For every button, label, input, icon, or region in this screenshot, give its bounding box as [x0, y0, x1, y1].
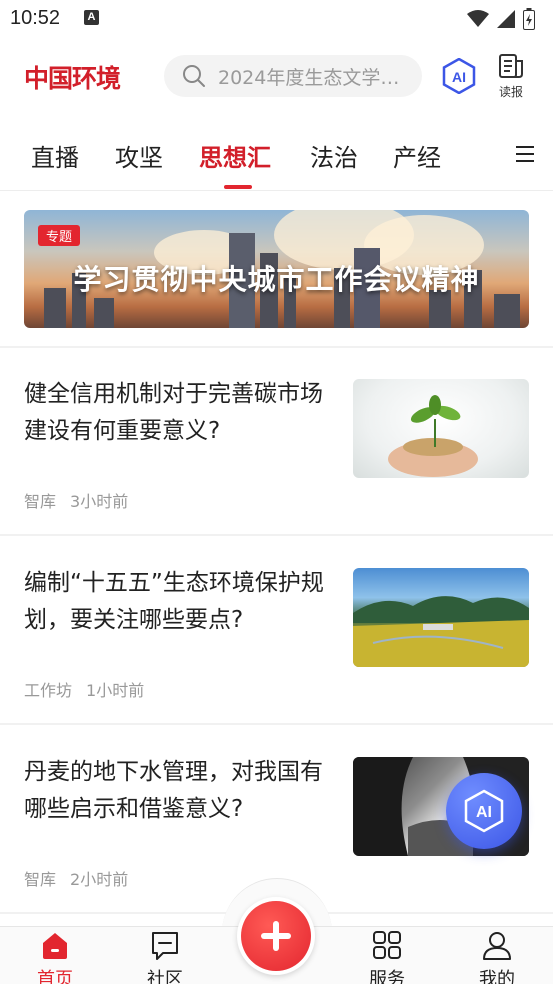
status-icons	[467, 8, 535, 30]
tab-gongjian[interactable]: 攻坚	[115, 138, 163, 173]
float-ai-label: AI	[476, 804, 492, 821]
search-input[interactable]: 2024年度生态文学…	[164, 55, 422, 97]
app-header: 中国环境 2024年度生态文学… AI 读报	[0, 45, 553, 107]
article-time: 3小时前	[70, 492, 129, 511]
banner-title: 学习贯彻中央城市工作会议精神	[73, 263, 480, 296]
channel-tabs: 直播 攻坚 思想汇 法治 产经	[0, 130, 553, 190]
nav-services[interactable]: 服务	[347, 929, 427, 984]
menu-icon[interactable]	[516, 146, 534, 162]
nav-profile[interactable]: 我的	[457, 929, 537, 984]
notification-icon: A	[84, 10, 99, 25]
article-source: 智库	[24, 870, 57, 889]
brand-logo[interactable]: 中国环境	[24, 59, 121, 95]
signal-icon	[497, 10, 515, 28]
tab-chanjing[interactable]: 产经	[393, 138, 441, 173]
search-icon	[183, 65, 205, 87]
ai-assistant-button[interactable]: AI	[441, 57, 477, 95]
nav-home-label: 首页	[37, 969, 73, 984]
status-time: 10:52	[10, 7, 61, 29]
article-title: 丹麦的地下水管理，对我国有哪些启示和借鉴意义?	[24, 759, 323, 822]
tab-sixianghui[interactable]: 思想汇	[199, 138, 271, 173]
nav-services-label: 服务	[369, 969, 405, 984]
plus-icon	[261, 921, 291, 951]
home-icon	[43, 933, 67, 959]
seedling-in-hands-photo	[353, 379, 529, 478]
article-time: 2小时前	[70, 870, 129, 889]
search-placeholder: 2024年度生态文学…	[218, 66, 400, 89]
banner-tag: 专题	[38, 225, 81, 246]
article-source: 工作坊	[24, 681, 73, 700]
newspaper-icon	[499, 54, 523, 78]
article-source: 智库	[24, 492, 57, 511]
article-title: 健全信用机制对于完善碳市场建设有何重要意义?	[24, 381, 323, 444]
nav-home[interactable]: 首页	[15, 929, 95, 984]
ai-icon-label: AI	[452, 69, 466, 85]
valley-farmland-photo	[353, 568, 529, 667]
grid-icon	[373, 931, 401, 959]
topic-banner[interactable]: 专题 学习贯彻中央城市工作会议精神	[24, 210, 529, 328]
nav-community[interactable]: 社区	[125, 929, 205, 984]
newspaper-button[interactable]: 读报	[494, 53, 528, 103]
battery-icon	[523, 8, 535, 30]
user-icon	[483, 932, 511, 960]
article-meta: 智库 2小时前	[24, 866, 128, 890]
chat-icon	[152, 932, 178, 960]
ai-icon: AI	[442, 57, 476, 95]
read-label: 读报	[498, 85, 523, 99]
article-item[interactable]: 健全信用机制对于完善碳市场建设有何重要意义? 智库 3小时前	[0, 346, 553, 532]
nav-profile-label: 我的	[479, 969, 515, 984]
nav-community-label: 社区	[147, 969, 183, 984]
tabs-divider	[0, 190, 553, 191]
article-title: 编制“十五五”生态环境保护规划，要关注哪些要点?	[24, 570, 324, 633]
active-tab-indicator	[224, 185, 252, 189]
article-time: 1小时前	[86, 681, 145, 700]
ai-icon: AI	[464, 789, 504, 833]
floating-ai-button[interactable]: AI	[446, 773, 522, 849]
status-bar: 10:52 A	[0, 0, 553, 38]
tab-zhibo[interactable]: 直播	[31, 138, 79, 173]
article-meta: 智库 3小时前	[24, 488, 128, 512]
wifi-icon	[467, 10, 489, 27]
tab-fazhi[interactable]: 法治	[310, 138, 358, 173]
article-meta: 工作坊 1小时前	[24, 677, 144, 701]
publish-button-inner	[241, 901, 311, 971]
article-item[interactable]: 编制“十五五”生态环境保护规划，要关注哪些要点? 工作坊 1小时前	[0, 535, 553, 721]
publish-button[interactable]	[237, 897, 315, 975]
